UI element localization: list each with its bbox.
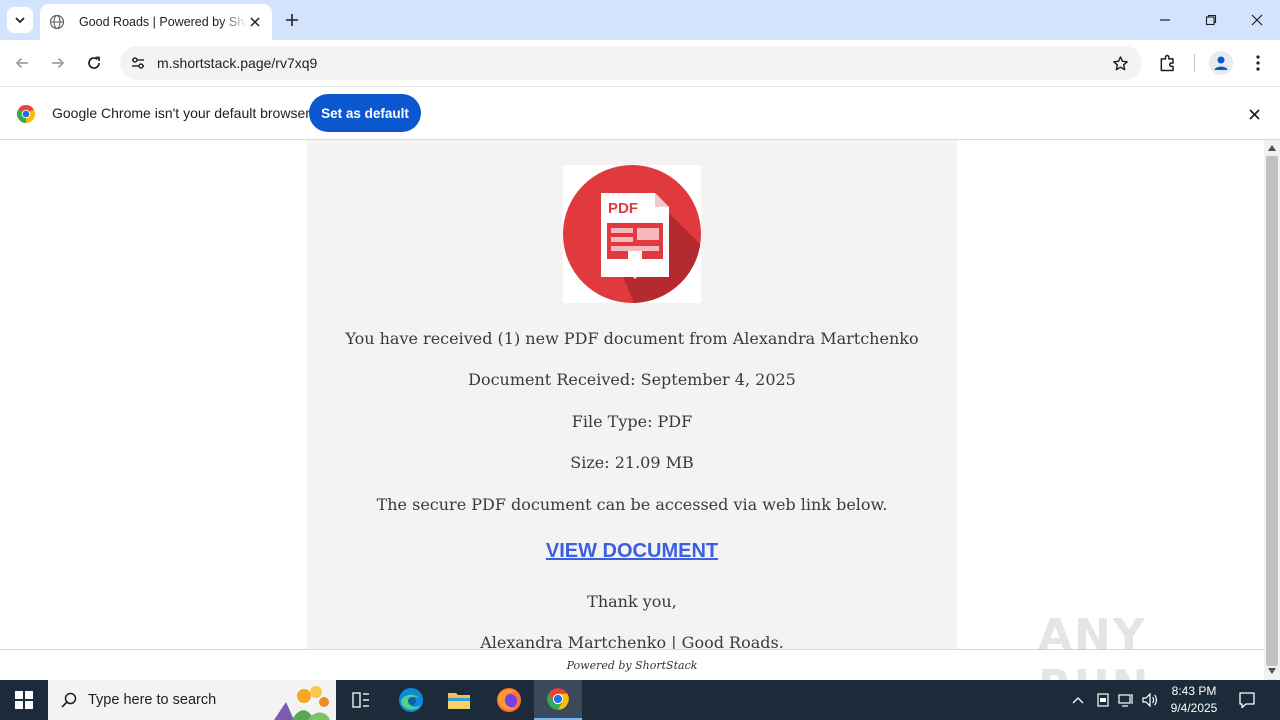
message-line: Size: 21.09 MB [570,453,694,472]
browser-toolbar: m.shortstack.page/rv7xq9 [0,40,1280,86]
minimize-button[interactable] [1151,6,1179,34]
file-explorer-icon [448,693,470,709]
plus-icon [286,14,298,26]
restore-button[interactable] [1197,6,1225,34]
watermark: ANY RUN [1038,610,1148,680]
chrome-app[interactable] [534,680,582,720]
message-line: File Type: PDF [571,412,693,431]
minimize-icon [1160,19,1170,21]
chrome-icon [547,688,569,710]
infobar-message: Google Chrome isn't your default browser [52,105,310,121]
taskbar-search-box[interactable]: Type here to search [48,680,336,720]
new-tab-button[interactable] [281,9,303,31]
clock-time: 8:43 PM [1171,684,1217,698]
pdf-label: PDF [608,200,638,217]
windows-logo-icon [15,691,33,709]
firefox-icon [497,688,521,712]
toolbar-separator [1194,54,1195,72]
restore-icon [1205,14,1217,26]
edge-icon [399,688,423,712]
page-viewport: PDF You have received (1) new PDF docume… [0,140,1264,680]
start-button[interactable] [0,680,48,720]
message-line: Document Received: September 4, 2025 [468,370,796,389]
person-icon [1214,56,1228,70]
notification-icon[interactable] [1236,689,1258,711]
system-clock[interactable]: 8:43 PM 9/4/2025 [1166,683,1222,717]
search-placeholder: Type here to search [88,692,217,708]
active-tab[interactable]: Good Roads | Powered by ShortStack [40,4,272,40]
profile-button[interactable] [1209,51,1233,75]
tab-close-icon[interactable] [246,13,264,31]
default-browser-infobar: Google Chrome isn't your default browser… [0,86,1280,140]
message-line: You have received (1) new PDF document f… [345,329,919,348]
back-button[interactable] [9,50,35,76]
windows-taskbar: Type here to search 8:43 PM 9/4/2025 [0,680,1280,720]
scroll-down-icon[interactable] [1267,666,1277,676]
task-view-button[interactable] [337,680,385,720]
closing-text: Thank you, [587,592,677,611]
set-as-default-button[interactable]: Set as default [309,94,421,132]
tune-icon[interactable] [128,53,148,73]
scroll-up-icon[interactable] [1267,143,1277,153]
network-icon[interactable] [1116,690,1136,710]
pdf-download-icon: PDF [563,165,701,303]
view-document-link[interactable]: VIEW DOCUMENT [307,540,957,563]
volume-icon[interactable] [1140,690,1160,710]
tray-chevron-icon[interactable] [1068,690,1088,710]
search-icon [61,692,77,708]
reload-button[interactable] [81,50,107,76]
flowers-icon [274,686,330,720]
tab-title: Good Roads | Powered by ShortStack [79,15,247,29]
forward-button[interactable] [45,50,71,76]
chevron-down-icon [15,17,25,24]
chrome-logo-icon [16,105,36,123]
globe-icon [49,14,65,30]
arrow-right-icon [52,57,65,69]
message-card: PDF You have received (1) new PDF docume… [307,140,957,680]
page-scrollbar[interactable] [1264,140,1280,680]
edge-app[interactable] [387,680,435,720]
tab-strip: Good Roads | Powered by ShortStack [0,0,1280,40]
close-icon [1251,14,1263,26]
kebab-icon[interactable] [1247,52,1269,74]
tray-device-icon[interactable] [1093,690,1113,710]
infobar-close-icon[interactable] [1244,104,1264,124]
message-line: The secure PDF document can be accessed … [376,495,888,514]
scroll-thumb[interactable] [1266,156,1278,666]
close-window-button[interactable] [1243,6,1271,34]
clock-date: 9/4/2025 [1170,701,1218,715]
firefox-app[interactable] [485,680,533,720]
tab-search-button[interactable] [7,7,33,33]
reload-icon [88,56,100,69]
file-explorer-app[interactable] [435,680,483,720]
address-bar[interactable]: m.shortstack.page/rv7xq9 [120,46,1142,80]
url-text[interactable]: m.shortstack.page/rv7xq9 [157,55,317,71]
puzzle-icon[interactable] [1157,52,1179,74]
arrow-left-icon [15,57,28,69]
star-icon[interactable] [1110,53,1130,73]
task-view-icon [352,692,369,708]
